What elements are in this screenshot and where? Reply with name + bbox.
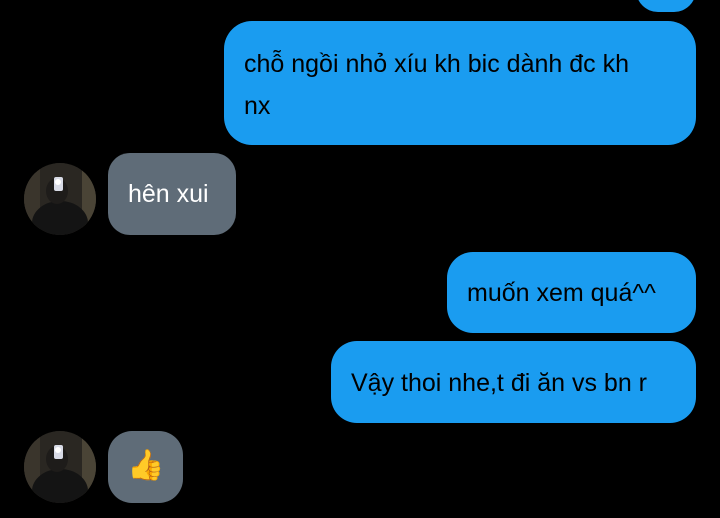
message-text: Vậy thoi nhe,t đi ăn vs bn r — [351, 369, 648, 397]
contact-avatar[interactable] — [24, 163, 96, 235]
message-text: nx — [244, 92, 271, 120]
message-text: hên xui — [128, 180, 209, 208]
previous-message-bubble[interactable] — [636, 0, 696, 12]
thumbs-up-icon: 👍 — [127, 448, 165, 483]
message-text: chỗ ngồi nhỏ xíu kh bic dành đc kh — [244, 50, 629, 78]
outgoing-message-bubble[interactable]: muốn xem quá^^ — [447, 252, 696, 333]
outgoing-message-bubble[interactable]: Vậy thoi nhe,t đi ăn vs bn r — [331, 341, 696, 423]
incoming-message-bubble[interactable]: hên xui — [108, 153, 236, 235]
contact-avatar[interactable] — [24, 431, 96, 503]
message-text: muốn xem quá^^ — [467, 279, 656, 307]
outgoing-message-bubble[interactable]: chỗ ngồi nhỏ xíu kh bic dành đc kh nx — [224, 21, 696, 145]
incoming-message-bubble[interactable]: 👍 — [108, 431, 183, 503]
